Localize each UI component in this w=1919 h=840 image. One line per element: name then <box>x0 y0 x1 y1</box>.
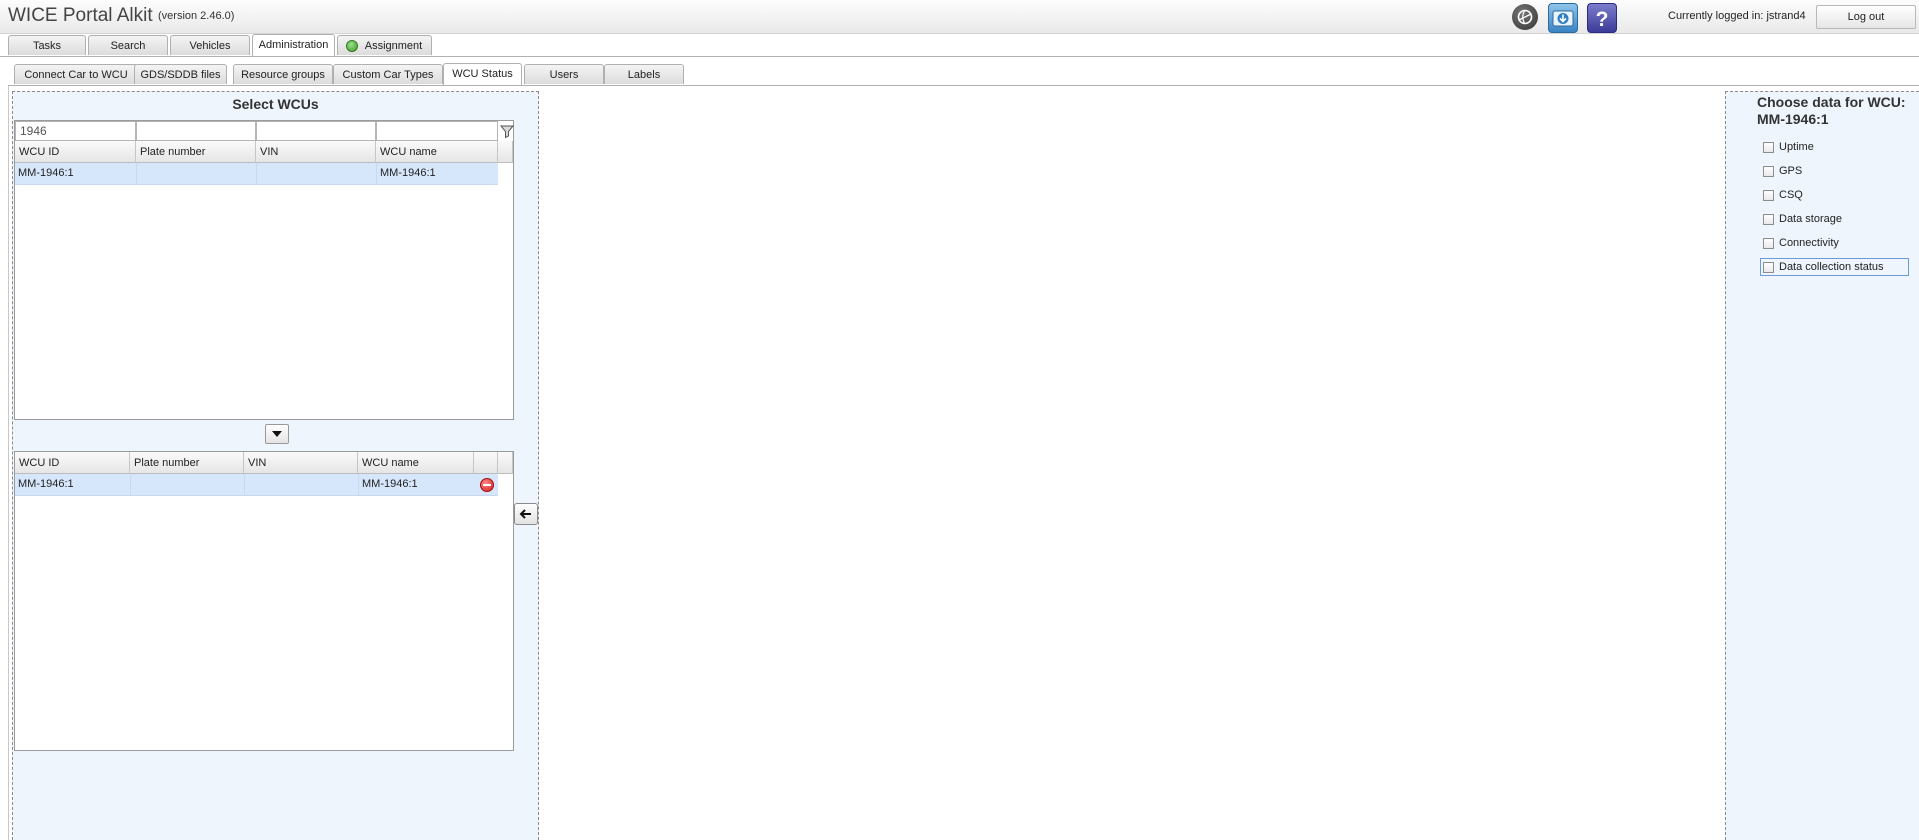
tab-assignment[interactable]: Assignment <box>337 35 432 55</box>
collapse-left-button[interactable] <box>514 503 538 525</box>
tab-resource-groups[interactable]: Resource groups <box>233 64 333 84</box>
column-header-wcu-id[interactable]: WCU ID <box>15 452 130 474</box>
remove-icon[interactable] <box>480 478 494 492</box>
option-uptime[interactable]: Uptime <box>1763 138 1909 156</box>
cell-wcu-name: MM-1946:1 <box>376 163 498 184</box>
arrow-left-icon <box>519 509 531 519</box>
tab-gds-sddb-files[interactable]: GDS/SDDB files <box>134 64 227 84</box>
wcu-id-filter-input[interactable]: 1946 <box>15 121 136 141</box>
csq-checkbox[interactable] <box>1763 190 1774 201</box>
logged-in-user: Currently logged in: jstrand4 <box>1668 10 1806 22</box>
column-header-wcu-name[interactable]: WCU name <box>376 141 498 163</box>
table-row[interactable]: MM-1946:1 MM-1946:1 <box>15 163 498 185</box>
select-wcus-panel: Select WCUs 1946 WCU ID Plate number VIN… <box>12 91 539 840</box>
data-collection-status-checkbox[interactable] <box>1763 262 1774 273</box>
cell-plate-number <box>130 474 244 495</box>
column-header-spacer <box>498 452 513 474</box>
column-header-plate-number[interactable]: Plate number <box>130 452 244 474</box>
plate-filter-input[interactable] <box>136 121 256 141</box>
filter-icon[interactable] <box>499 123 515 139</box>
cell-wcu-id: MM-1946:1 <box>18 478 74 490</box>
app-title: WICE Portal Alkit <box>8 5 153 26</box>
tab-labels[interactable]: Labels <box>604 64 684 84</box>
connectivity-checkbox[interactable] <box>1763 238 1774 249</box>
cell-vin <box>256 163 376 184</box>
tab-users[interactable]: Users <box>524 64 604 84</box>
tab-vehicles[interactable]: Vehicles <box>170 35 250 55</box>
option-data-collection-status[interactable]: Data collection status <box>1760 258 1909 276</box>
admin-sub-tab-bar: Connect Car to WCU GDS/SDDB files Resour… <box>8 63 1919 86</box>
tab-custom-car-types[interactable]: Custom Car Types <box>333 64 443 84</box>
panel-title: Choose data for WCU: MM-1946:1 <box>1757 94 1906 127</box>
cell-wcu-name: MM-1946:1 <box>358 474 474 495</box>
add-selected-button[interactable] <box>265 424 289 444</box>
svg-text:?: ? <box>1596 8 1609 31</box>
column-header-wcu-id[interactable]: WCU ID <box>15 141 136 163</box>
column-header-vin[interactable]: VIN <box>244 452 358 474</box>
help-icon[interactable]: ? <box>1587 3 1617 33</box>
panel-title: Select WCUs <box>232 96 319 112</box>
column-header-wcu-name[interactable]: WCU name <box>358 452 474 474</box>
column-header-vin[interactable]: VIN <box>256 141 376 163</box>
cell-wcu-id: MM-1946:1 <box>18 167 74 179</box>
main-tab-bar: Tasks Search Vehicles Administration Ass… <box>0 34 1919 57</box>
tab-wcu-status[interactable]: WCU Status <box>443 63 522 85</box>
logout-button[interactable]: Log out <box>1816 5 1916 29</box>
add-icon <box>346 40 358 52</box>
globe-icon[interactable] <box>1512 4 1538 30</box>
option-csq[interactable]: CSQ <box>1763 186 1909 204</box>
column-header-plate-number[interactable]: Plate number <box>136 141 256 163</box>
column-header-spacer <box>498 141 513 163</box>
data-storage-checkbox[interactable] <box>1763 214 1774 225</box>
download-icon[interactable] <box>1548 3 1578 33</box>
tab-administration[interactable]: Administration <box>252 34 335 56</box>
gps-checkbox[interactable] <box>1763 166 1774 177</box>
name-filter-input[interactable] <box>376 121 498 141</box>
cell-plate-number <box>136 163 256 184</box>
app-version: (version 2.46.0) <box>158 10 235 22</box>
selected-wcus-grid: WCU ID Plate number VIN WCU name MM-1946… <box>14 451 514 751</box>
arrow-down-icon <box>272 431 282 437</box>
app-header: WICE Portal Alkit (version 2.46.0) ? Cur… <box>0 0 1919 34</box>
tab-search[interactable]: Search <box>88 35 168 55</box>
vin-filter-input[interactable] <box>256 121 376 141</box>
option-connectivity[interactable]: Connectivity <box>1763 234 1909 252</box>
option-gps[interactable]: GPS <box>1763 162 1909 180</box>
wcu-search-grid: 1946 WCU ID Plate number VIN WCU name MM… <box>14 120 515 420</box>
tab-tasks[interactable]: Tasks <box>8 35 86 55</box>
table-row[interactable]: MM-1946:1 MM-1946:1 <box>15 474 498 496</box>
cell-vin <box>244 474 358 495</box>
option-data-storage[interactable]: Data storage <box>1763 210 1909 228</box>
column-header-actions <box>474 452 498 474</box>
choose-data-panel: Choose data for WCU: MM-1946:1 Uptime GP… <box>1725 91 1919 840</box>
uptime-checkbox[interactable] <box>1763 142 1774 153</box>
tab-connect-car-to-wcu[interactable]: Connect Car to WCU <box>14 64 138 84</box>
